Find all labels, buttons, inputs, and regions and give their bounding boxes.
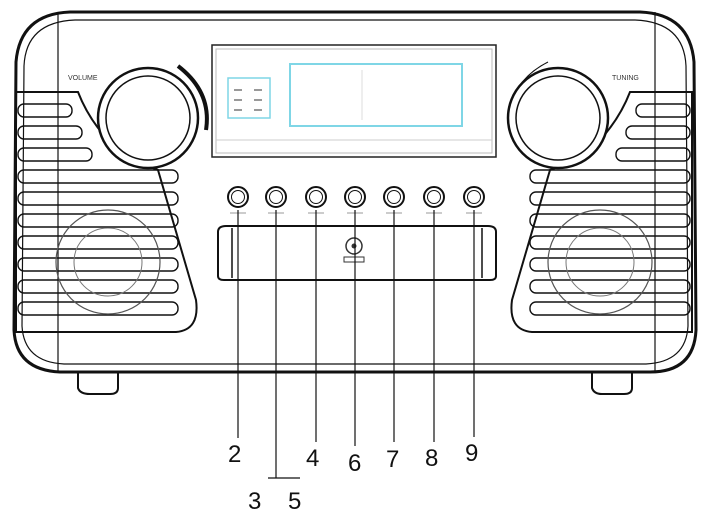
right-foot [591,372,633,395]
speaker-slat [529,257,691,272]
speaker-slat [529,191,691,206]
control-button-6[interactable] [423,186,445,214]
callout-8: 8 [425,445,438,472]
right-speaker-cone [547,209,653,315]
speaker-slat [529,213,691,228]
speaker-slat [17,103,73,118]
cd-slot [217,225,497,281]
left-foot [77,372,119,395]
control-button-3[interactable] [305,186,327,214]
left-speaker-cone [55,209,161,315]
speaker-slat [17,125,83,140]
callout-7: 7 [386,446,399,473]
control-button-2[interactable] [265,186,287,214]
speaker-slat [615,147,691,162]
speaker-slat [17,257,179,272]
lcd-screen [289,63,463,127]
speaker-slat [635,103,691,118]
tuning-label: TUNING [612,75,639,82]
cd-logo-icon [343,237,365,263]
control-button-4[interactable] [344,186,366,214]
speaker-slat [17,213,179,228]
speaker-slat [529,169,691,184]
callout-4: 4 [306,445,319,472]
speaker-slat [625,125,691,140]
control-buttons [227,186,485,214]
preset-indicator-marks [234,89,262,111]
control-button-7[interactable] [463,186,485,214]
speaker-slat [17,169,179,184]
speaker-slat [17,191,179,206]
display-panel [211,44,497,158]
callout-6: 6 [348,450,361,477]
control-button-5[interactable] [383,186,405,214]
volume-knob: VOLUME [68,64,209,170]
radio-front-panel-diagram: VOLUME TUNING 2 3 4 5 6 7 8 9 [12,10,698,515]
control-button-1[interactable] [227,186,249,214]
speaker-slat [17,147,93,162]
volume-label: VOLUME [68,75,98,82]
preset-indicator-box [227,77,271,119]
callout-3: 3 [248,488,261,515]
callout-5: 5 [288,488,301,515]
callout-9: 9 [465,440,478,467]
callout-2: 2 [228,441,241,468]
